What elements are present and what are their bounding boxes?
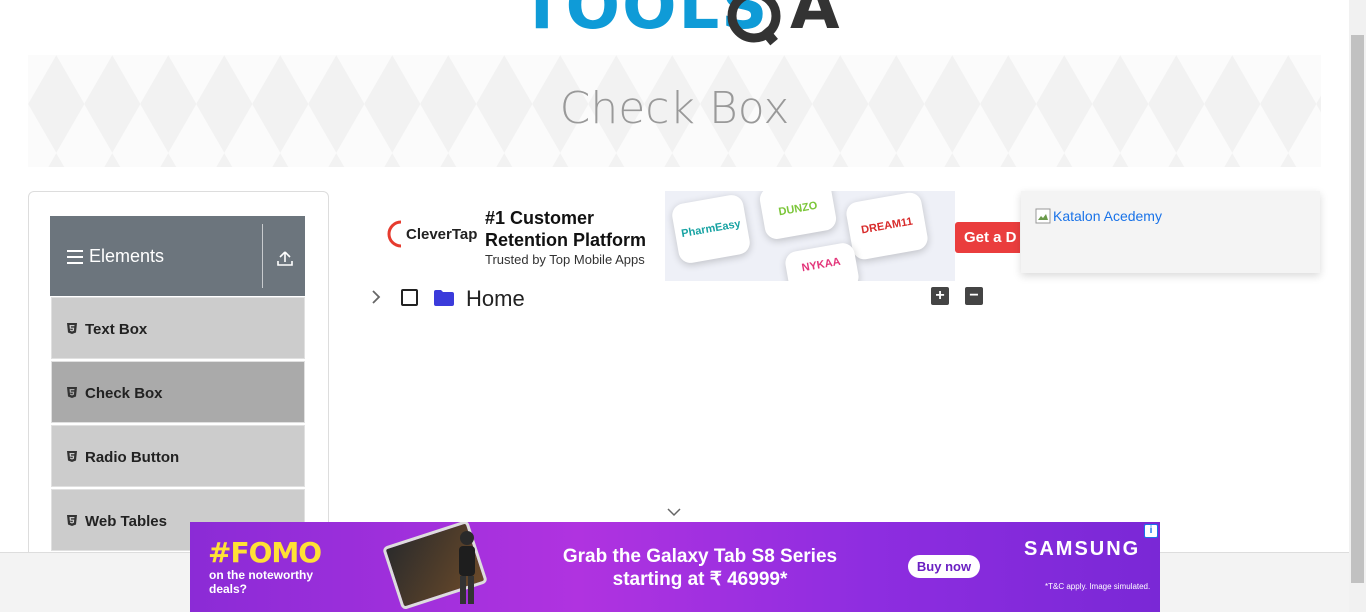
sidebar-item-text-box[interactable]: Text Box — [51, 297, 305, 359]
ad-line1: Grab the Galaxy Tab S8 Series — [562, 546, 838, 567]
broken-image-icon — [1035, 208, 1051, 224]
menu-icon — [67, 250, 83, 264]
ad-brand: CleverTap — [406, 225, 478, 243]
ad-terms: *T&C apply. Image simulated. — [1045, 582, 1151, 591]
chevron-down-icon[interactable] — [666, 507, 682, 517]
ad-fomo: #FOMO — [208, 536, 322, 569]
sidebar-item-label: Radio Button — [85, 449, 180, 466]
sidebar-group-label: Elements — [89, 246, 165, 266]
sidebar: Elements Text Box Check Box Radio Button — [28, 191, 329, 571]
ad-headline-line1: #1 Customer — [485, 208, 595, 228]
samsung-ad[interactable]: #FOMO on the noteworthy deals? Grab the … — [190, 522, 1160, 612]
logo-a: A — [790, 0, 840, 44]
person-image — [459, 531, 475, 604]
html5-icon — [67, 451, 77, 462]
ad-subline: Trusted by Top Mobile Apps — [485, 252, 645, 267]
home-checkbox[interactable] — [401, 289, 418, 306]
tree-node-label[interactable]: Home — [466, 286, 525, 312]
ad-info-icon[interactable]: i — [1144, 524, 1158, 538]
clevertap-ad[interactable]: CleverTap #1 Customer Retention Platform… — [375, 191, 1020, 281]
page-title: Check Box — [559, 83, 790, 134]
html5-icon — [67, 515, 77, 526]
ad-tile: PharmEasy — [670, 193, 752, 265]
collapse-all-button[interactable]: − — [965, 287, 983, 305]
html5-icon — [67, 387, 77, 398]
scrollbar-thumb[interactable] — [1351, 35, 1364, 583]
ad-fomo-sub: on the noteworthy deals? — [209, 568, 313, 596]
expand-all-button[interactable]: + — [931, 287, 949, 305]
image-alt-text: Katalon Acedemy — [1053, 208, 1162, 224]
sidebar-item-label: Check Box — [85, 385, 163, 402]
broken-image[interactable]: Katalon Acedemy — [1035, 208, 1162, 224]
ad-tiles: PharmEasy DUNZO DREAM11 NYKAA — [665, 191, 955, 281]
chevron-right-icon[interactable] — [370, 289, 382, 305]
ad-headline: Grab the Galaxy Tab S8 Series starting a… — [520, 545, 880, 591]
ad-cta-button[interactable]: Get a D — [955, 222, 1020, 253]
ad-tile: DUNZO — [758, 191, 838, 241]
clevertap-mark-icon — [387, 220, 402, 248]
html5-icon — [67, 323, 77, 334]
katalon-ad[interactable]: Katalon Acedemy — [1021, 191, 1320, 273]
sidebar-item-radio-button[interactable]: Radio Button — [51, 425, 305, 487]
buy-now-button[interactable]: Buy now — [908, 555, 980, 578]
sidebar-item-check-box[interactable]: Check Box — [51, 361, 305, 423]
sidebar-item-label: Web Tables — [85, 513, 167, 530]
gear-icon — [727, 0, 781, 46]
clevertap-logo: CleverTap — [387, 220, 477, 248]
folder-icon — [434, 290, 454, 306]
ad-brand: SAMSUNG — [1024, 538, 1141, 560]
ad-tile: DREAM11 — [844, 191, 930, 262]
sidebar-menu: Text Box Check Box Radio Button Web Tabl… — [51, 297, 305, 553]
ad-headline: #1 Customer Retention Platform — [485, 207, 646, 251]
divider — [262, 224, 263, 288]
ad-tile: NYKAA — [783, 241, 861, 281]
page: TOOLS A Check Box Elements Text Box Chec… — [0, 0, 1366, 612]
vertical-scrollbar[interactable] — [1349, 0, 1366, 612]
ad-headline-line2: Retention Platform — [485, 230, 647, 250]
upload-icon[interactable] — [276, 249, 294, 267]
sidebar-group-elements[interactable]: Elements — [50, 216, 305, 296]
ad-line2: starting at ₹ 46999* — [612, 569, 788, 590]
page-banner: Check Box — [28, 55, 1321, 167]
checkbox-tree: Home + − — [366, 283, 1006, 317]
sidebar-item-label: Text Box — [85, 321, 148, 338]
